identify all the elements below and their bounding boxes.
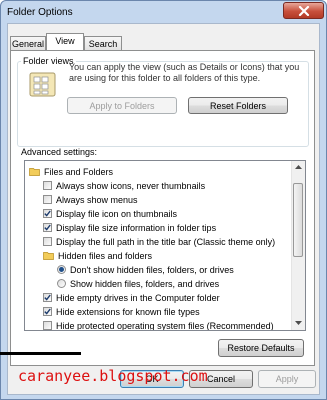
advanced-settings-list[interactable]: Files and Folders Always show icons, nev… [24,160,306,331]
list-item[interactable]: Hide empty drives in the Computer folder [43,291,220,304]
list-item[interactable]: Display the full path in the title bar (… [43,235,275,248]
restore-defaults-button[interactable]: Restore Defaults [218,339,304,357]
tab-general[interactable]: General [10,36,46,50]
item-label: Show hidden files, folders, and drives [70,278,220,289]
item-label: Hide empty drives in the Computer folder [56,292,220,303]
item-label: Display file icon on thumbnails [56,208,178,219]
title-bar: Folder Options [1,1,326,23]
folder-icon [29,168,40,176]
checkbox[interactable] [43,237,52,246]
item-label: Hide protected operating system files (R… [56,320,274,331]
annotation-marker-line [0,352,81,355]
close-button[interactable] [283,2,324,19]
folder-views-icon [29,72,56,97]
scroll-thumb[interactable] [293,183,303,257]
reset-folders-button[interactable]: Reset Folders [188,97,288,114]
list-item: Hidden files and folders [43,249,152,262]
folder-options-dialog: Folder Options General View Search Folde… [0,0,327,400]
vertical-scrollbar[interactable] [291,161,305,330]
window-title: Folder Options [7,7,73,18]
list-item[interactable]: Don't show hidden files, folders, or dri… [57,263,234,276]
item-label: Display the full path in the title bar (… [56,236,276,247]
apply-button[interactable]: Apply [258,370,316,388]
apply-to-folders-button[interactable]: Apply to Folders [67,97,177,114]
item-label: Always show menus [56,194,138,205]
checkmark-icon [44,308,51,315]
list-item[interactable]: Display file icon on thumbnails [43,207,177,220]
checkbox[interactable] [43,293,52,302]
dialog-client: General View Search Folder views You can… [7,23,320,395]
scroll-up-button[interactable] [292,161,304,173]
advanced-settings-label: Advanced settings: [21,147,98,157]
item-label: Don't show hidden files, folders, or dri… [70,264,234,275]
checkbox[interactable] [43,181,52,190]
checkbox[interactable] [43,223,52,232]
checkbox[interactable] [43,321,52,330]
folder-icon [43,252,54,260]
list-item: Files and Folders [29,165,113,178]
list-item[interactable]: Always show icons, never thumbnails [43,179,205,192]
arrow-up-icon [294,165,302,169]
watermark-text: caranyee.blogspot.com [18,367,208,385]
radio-selected-dot [59,267,64,272]
close-icon [298,5,309,16]
item-label: Hidden files and folders [58,250,153,261]
tab-view[interactable]: View [46,33,84,50]
checkmark-icon [44,210,51,217]
list-item[interactable]: Hide protected operating system files (R… [43,319,274,331]
folder-views-title: Folder views [21,56,76,66]
scroll-down-button[interactable] [292,317,304,329]
checkmark-icon [44,224,51,231]
checkbox[interactable] [43,307,52,316]
checkmark-icon [44,294,51,301]
list-item[interactable]: Display file size information in folder … [43,221,216,234]
item-label: Always show icons, never thumbnails [56,180,206,191]
list-item[interactable]: Hide extensions for known file types [43,305,200,318]
checkbox[interactable] [43,209,52,218]
tab-search[interactable]: Search [84,36,122,50]
checkbox[interactable] [43,195,52,204]
folder-views-description: You can apply the view (such as Details … [69,62,300,83]
view-tab-panel: Folder views You can apply the view (suc… [10,50,315,366]
item-label: Hide extensions for known file types [56,306,200,317]
radio-button[interactable] [57,279,66,288]
list-item[interactable]: Show hidden files, folders, and drives [57,277,219,290]
item-label: Display file size information in folder … [56,222,217,233]
list-item[interactable]: Always show menus [43,193,138,206]
item-label: Files and Folders [44,166,114,177]
arrow-down-icon [294,321,302,325]
radio-button[interactable] [57,265,66,274]
